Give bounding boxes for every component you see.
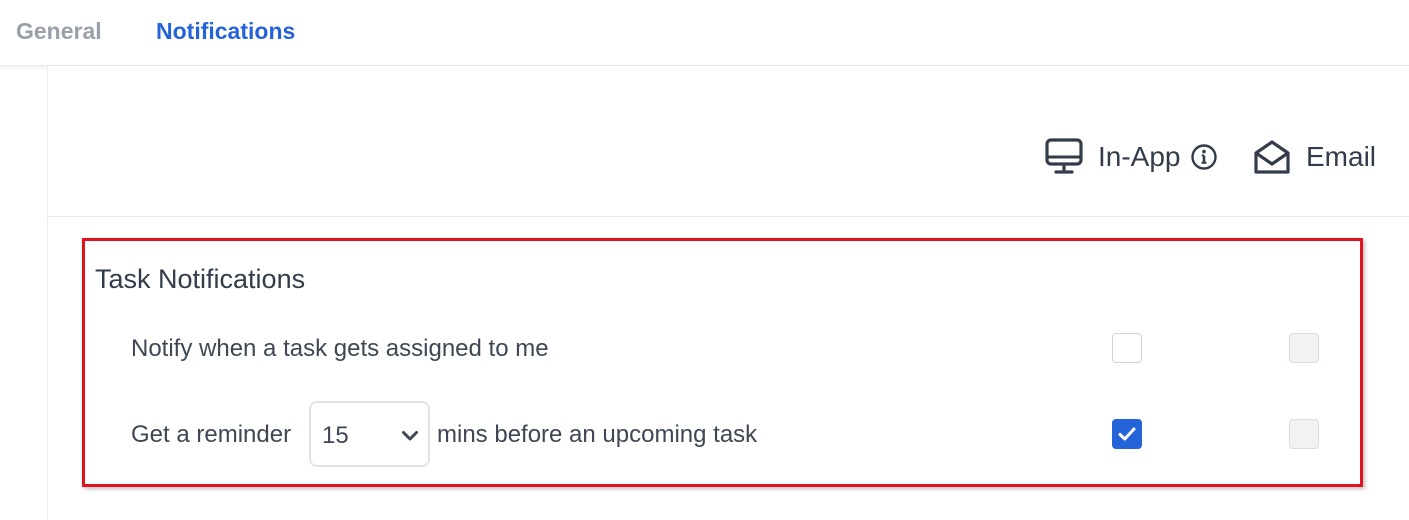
reminder-minutes-value: 15 [322,422,349,449]
info-icon[interactable] [1190,143,1218,171]
assigned-task-in-app-checkbox[interactable] [1112,333,1142,363]
reminder-label-before: Get a reminder [131,421,292,448]
reminder-minutes-select[interactable]: 15 [309,401,430,467]
assigned-task-label: Notify when a task gets assigned to me [131,335,549,362]
checkmark-icon [1118,427,1136,441]
assigned-task-email-checkbox[interactable] [1289,333,1319,363]
settings-tab-bar: General Notifications [0,0,1409,66]
section-title: Task Notifications [95,264,306,294]
reminder-label-after: mins before an upcoming task [437,421,758,448]
chevron-down-icon [400,426,420,451]
email-label: Email [1306,141,1377,172]
header-divider [47,216,1409,217]
in-app-column-header: In-App [1044,134,1218,180]
tab-notifications[interactable]: Notifications [156,18,295,45]
reminder-email-checkbox[interactable] [1289,419,1319,449]
email-column-header: Email [1252,134,1376,180]
tab-general[interactable]: General [16,18,102,45]
monitor-icon [1044,137,1084,177]
envelope-open-icon [1252,137,1292,177]
reminder-in-app-checkbox[interactable] [1112,419,1142,449]
in-app-label: In-App [1098,141,1181,172]
